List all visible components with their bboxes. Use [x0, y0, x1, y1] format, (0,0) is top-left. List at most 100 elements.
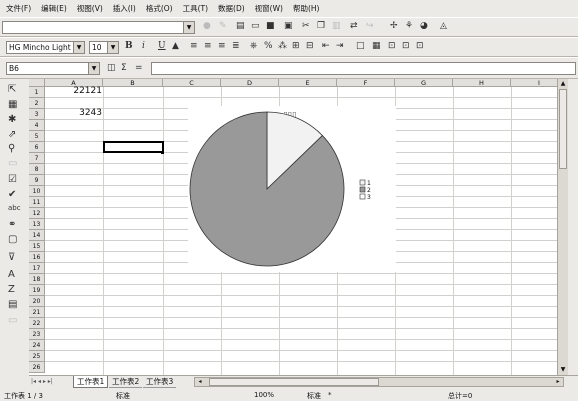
open-folder-icon[interactable]: ▭	[251, 21, 260, 32]
row-header-3[interactable]: 3	[29, 109, 45, 120]
function-button[interactable]: =	[135, 63, 143, 74]
copy-icon[interactable]: ❐	[317, 21, 325, 32]
col-header-c[interactable]: C	[163, 79, 221, 87]
row-header-23[interactable]: 23	[29, 329, 45, 340]
row-header-6[interactable]: 6	[29, 142, 45, 153]
italic-button[interactable]: i	[142, 41, 145, 52]
row-header-16[interactable]: 16	[29, 252, 45, 263]
gallery-icon[interactable]: ⚘	[405, 21, 413, 32]
sort-descending-icon[interactable]: Z	[8, 284, 15, 295]
col-header-d[interactable]: D	[221, 79, 279, 87]
row-header-5[interactable]: 5	[29, 131, 45, 142]
chart-icon[interactable]: ◕	[420, 21, 428, 32]
horizontal-scrollbar[interactable]: ◂ ▸	[194, 377, 564, 387]
menu-file[interactable]: 文件(F)	[6, 3, 31, 14]
col-header-b[interactable]: B	[103, 79, 163, 87]
row-header-12[interactable]: 12	[29, 208, 45, 219]
sheet-tab-3[interactable]: 工作表3	[143, 376, 177, 388]
menu-help[interactable]: 帮助(H)	[293, 3, 320, 14]
scroll-down-arrow[interactable]: ▼	[558, 365, 568, 375]
merge-cells-icon[interactable]: ⊡	[388, 41, 396, 52]
sort-ascending-icon[interactable]: A	[8, 269, 15, 280]
decrease-indent-icon[interactable]: ⇤	[322, 41, 330, 52]
font-name-box[interactable]: HG Mincho Light ▼	[6, 41, 85, 54]
scroll-right-arrow[interactable]: ▸	[553, 378, 563, 386]
add-decimal-icon[interactable]: ⊞	[292, 41, 300, 52]
url-combo[interactable]: ▼	[2, 21, 195, 34]
show-draw-functions-icon[interactable]: ⚲	[8, 143, 15, 154]
justify-icon[interactable]: ≣	[232, 41, 240, 52]
row-header-20[interactable]: 20	[29, 296, 45, 307]
autocomplete-icon[interactable]: ☑	[8, 174, 17, 185]
insert-cell-icon[interactable]: ✱	[8, 114, 16, 125]
col-header-f[interactable]: F	[337, 79, 395, 87]
fill-handle[interactable]	[161, 151, 164, 154]
row-header-24[interactable]: 24	[29, 340, 45, 351]
font-color-icon[interactable]: ▲	[172, 41, 179, 52]
col-header-e[interactable]: E	[279, 79, 337, 87]
cell-a1[interactable]: 22121	[46, 86, 102, 96]
row-header-9[interactable]: 9	[29, 175, 45, 186]
bold-button[interactable]: B	[125, 41, 133, 52]
background-color-icon[interactable]: ▦	[372, 41, 381, 52]
sum-button[interactable]: Σ	[121, 63, 127, 74]
col-header-h[interactable]: H	[453, 79, 511, 87]
percent-icon[interactable]: %	[264, 41, 273, 52]
align-top-icon[interactable]: ⊡	[402, 41, 410, 52]
row-header-21[interactable]: 21	[29, 307, 45, 318]
row-header-10[interactable]: 10	[29, 186, 45, 197]
row-header-19[interactable]: 19	[29, 285, 45, 296]
vertical-scrollbar[interactable]: ▲ ▼	[557, 79, 568, 375]
status-zoom[interactable]: 100%	[254, 391, 274, 399]
align-left-icon[interactable]: ≡	[190, 41, 198, 52]
delete-decimal-icon[interactable]: ⊟	[306, 41, 314, 52]
row-header-1[interactable]: 1	[29, 87, 45, 98]
vertical-scroll-thumb[interactable]	[559, 89, 567, 169]
font-size-dropdown-button[interactable]: ▼	[107, 42, 118, 53]
insert-icon[interactable]: ▦	[8, 99, 17, 110]
corner-select-all[interactable]	[29, 79, 45, 87]
row-header-14[interactable]: 14	[29, 230, 45, 241]
url-dropdown-button[interactable]: ▼	[183, 22, 194, 33]
row-header-25[interactable]: 25	[29, 351, 45, 362]
increase-indent-icon[interactable]: ⇥	[336, 41, 344, 52]
spellcheck-icon[interactable]: ✔	[8, 189, 16, 200]
menu-edit[interactable]: 编辑(E)	[41, 3, 67, 14]
redo-icon[interactable]: ↪	[366, 21, 374, 32]
underline-button[interactable]: U	[158, 41, 166, 52]
filter-icon[interactable]: ⊽	[8, 252, 15, 263]
print-icon[interactable]: ▣	[284, 21, 293, 32]
stop-icon[interactable]: ●	[203, 21, 211, 32]
row-header-26[interactable]: 26	[29, 362, 45, 373]
formula-input[interactable]	[151, 62, 576, 75]
tab-nav-arrows[interactable]: |◂ ◂ ▸ ▸|	[31, 378, 53, 385]
row-header-18[interactable]: 18	[29, 274, 45, 285]
cell-a3[interactable]: 3243	[46, 108, 102, 118]
align-center-icon[interactable]: ≡	[204, 41, 212, 52]
row-header-22[interactable]: 22	[29, 318, 45, 329]
menu-format[interactable]: 格式(O)	[146, 3, 173, 14]
row-header-8[interactable]: 8	[29, 164, 45, 175]
show-basic-shapes-icon[interactable]: ▭	[8, 315, 17, 326]
currency-icon[interactable]: ⎈	[250, 41, 257, 52]
horizontal-scroll-thumb[interactable]	[209, 378, 379, 386]
menu-tools[interactable]: 工具(T)	[183, 3, 208, 14]
font-name-dropdown-button[interactable]: ▼	[73, 42, 84, 53]
row-header-15[interactable]: 15	[29, 241, 45, 252]
row-header-2[interactable]: 2	[29, 98, 45, 109]
draw-icon[interactable]: ◬	[440, 21, 447, 32]
align-bottom-icon[interactable]: ⊡	[416, 41, 424, 52]
pie-chart-object[interactable]: ▯▯▯ 123	[188, 106, 396, 272]
sheet-tab-2[interactable]: 工作表2	[109, 376, 143, 388]
save-icon[interactable]: ■	[266, 21, 275, 32]
font-size-box[interactable]: 10 ▼	[89, 41, 119, 54]
borders-icon[interactable]: □	[356, 41, 365, 52]
datasource-icon[interactable]: ▢	[8, 234, 17, 245]
menu-view[interactable]: 视图(V)	[77, 3, 103, 14]
row-header-4[interactable]: 4	[29, 120, 45, 131]
function-wizard-icon[interactable]: ◫	[107, 63, 116, 74]
cut-icon[interactable]: ✂	[302, 21, 310, 32]
row-header-11[interactable]: 11	[29, 197, 45, 208]
name-box-dropdown-button[interactable]: ▼	[88, 63, 99, 74]
insert-table-icon[interactable]: ▤	[8, 299, 17, 310]
